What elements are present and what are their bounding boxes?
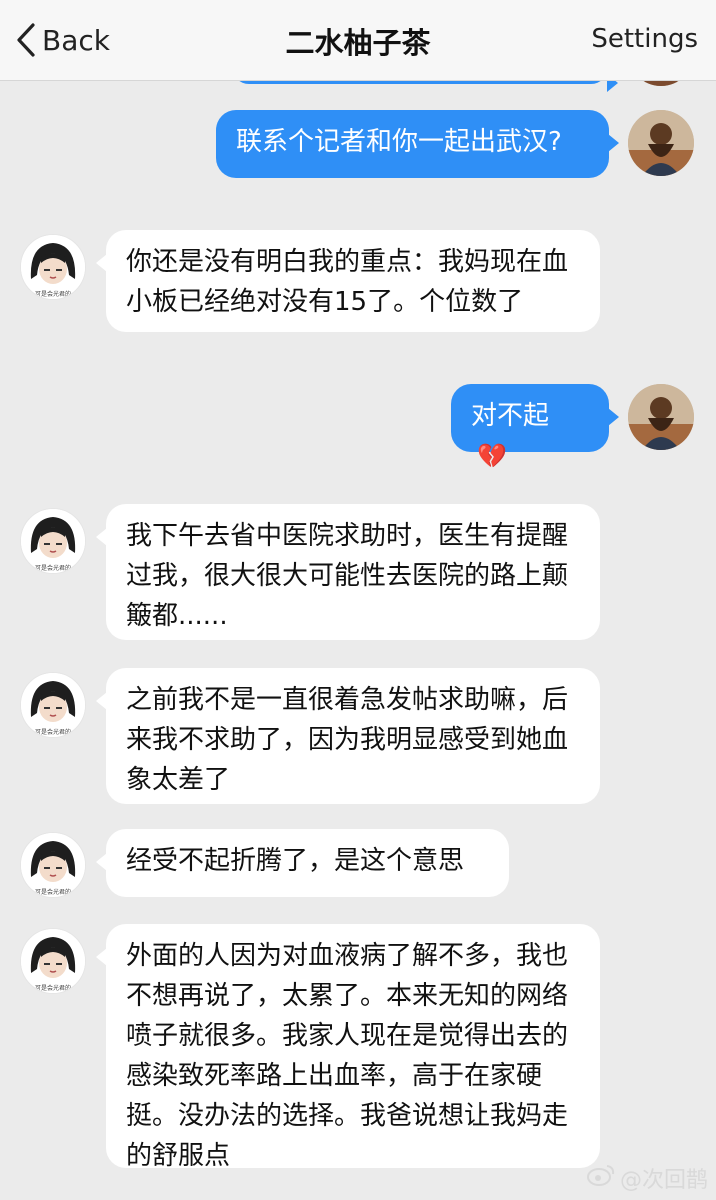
avatar-other[interactable]: 可是会光君的	[20, 508, 86, 574]
message-text: 经受不起折腾了，是这个意思	[126, 846, 465, 876]
avatar-other[interactable]: 可是会光君的	[20, 832, 86, 898]
watermark-text: @次回鹊	[619, 1168, 708, 1193]
message-bubble-outgoing[interactable]: 对不起 💔	[451, 384, 619, 470]
portrait-icon	[628, 110, 694, 176]
anime-portrait-icon: 可是会光君的	[21, 673, 85, 737]
message-bubble-incoming[interactable]: 你还是没有明白我的重点：我妈现在血小板已经绝对没有15了。个位数了	[96, 230, 600, 332]
message-text: 联系个记者和你一起出武汉?	[236, 127, 562, 157]
message-text: 外面的人因为对血液病了解不多，我也不想再说了，太累了。本来无知的网络喷子就很多。…	[126, 941, 569, 1171]
weibo-logo-icon	[586, 1163, 620, 1193]
avatar-other[interactable]: 可是会光君的	[20, 672, 86, 738]
message-bubble-outgoing[interactable]: 联系个记者和你一起出武汉?	[216, 110, 619, 178]
avatar-self[interactable]	[628, 110, 694, 176]
watermark: @次回鹊	[586, 1162, 708, 1194]
message-text: 我下午去省中医院求助时，医生有提醒过我，很大很大可能性去医院的路上颠簸都....…	[126, 521, 569, 631]
settings-button[interactable]: Settings	[591, 24, 698, 54]
avatar-caption: 可是会光君的	[35, 888, 71, 896]
message-text: 你还是没有明白我的重点：我妈现在血小板已经绝对没有15了。个位数了	[126, 247, 569, 317]
avatar-caption: 可是会光君的	[35, 564, 71, 572]
message-bubble-incoming[interactable]: 经受不起折腾了，是这个意思	[96, 829, 509, 897]
avatar-other[interactable]: 可是会光君的	[20, 928, 86, 994]
avatar-other[interactable]: 可是会光君的	[20, 234, 86, 300]
portrait-icon	[628, 384, 694, 450]
message-bubble-incoming[interactable]: 外面的人因为对血液病了解不多，我也不想再说了，太累了。本来无知的网络喷子就很多。…	[96, 924, 600, 1171]
broken-heart-emoji: 💔	[477, 442, 507, 470]
anime-portrait-icon: 可是会光君的	[21, 509, 85, 573]
message-text: 之前我不是一直很着急发帖求助嘛，后来我不求助了，因为我明显感受到她血象太差了	[126, 685, 569, 795]
message-text: 对不起	[471, 401, 550, 431]
anime-portrait-icon: 可是会光君的	[21, 235, 85, 299]
avatar-caption: 可是会光君的	[35, 984, 71, 992]
avatar-caption: 可是会光君的	[35, 728, 71, 736]
message-bubble-incoming[interactable]: 之前我不是一直很着急发帖求助嘛，后来我不求助了，因为我明显感受到她血象太差了	[96, 668, 600, 804]
anime-portrait-icon: 可是会光君的	[21, 833, 85, 897]
message-bubble-incoming[interactable]: 我下午去省中医院求助时，医生有提醒过我，很大很大可能性去医院的路上颠簸都....…	[96, 504, 600, 640]
avatar-caption: 可是会光君的	[35, 290, 71, 298]
nav-bar: Back 二水柚子茶 Settings	[0, 0, 716, 81]
avatar-self[interactable]	[628, 384, 694, 450]
anime-portrait-icon: 可是会光君的	[21, 929, 85, 993]
